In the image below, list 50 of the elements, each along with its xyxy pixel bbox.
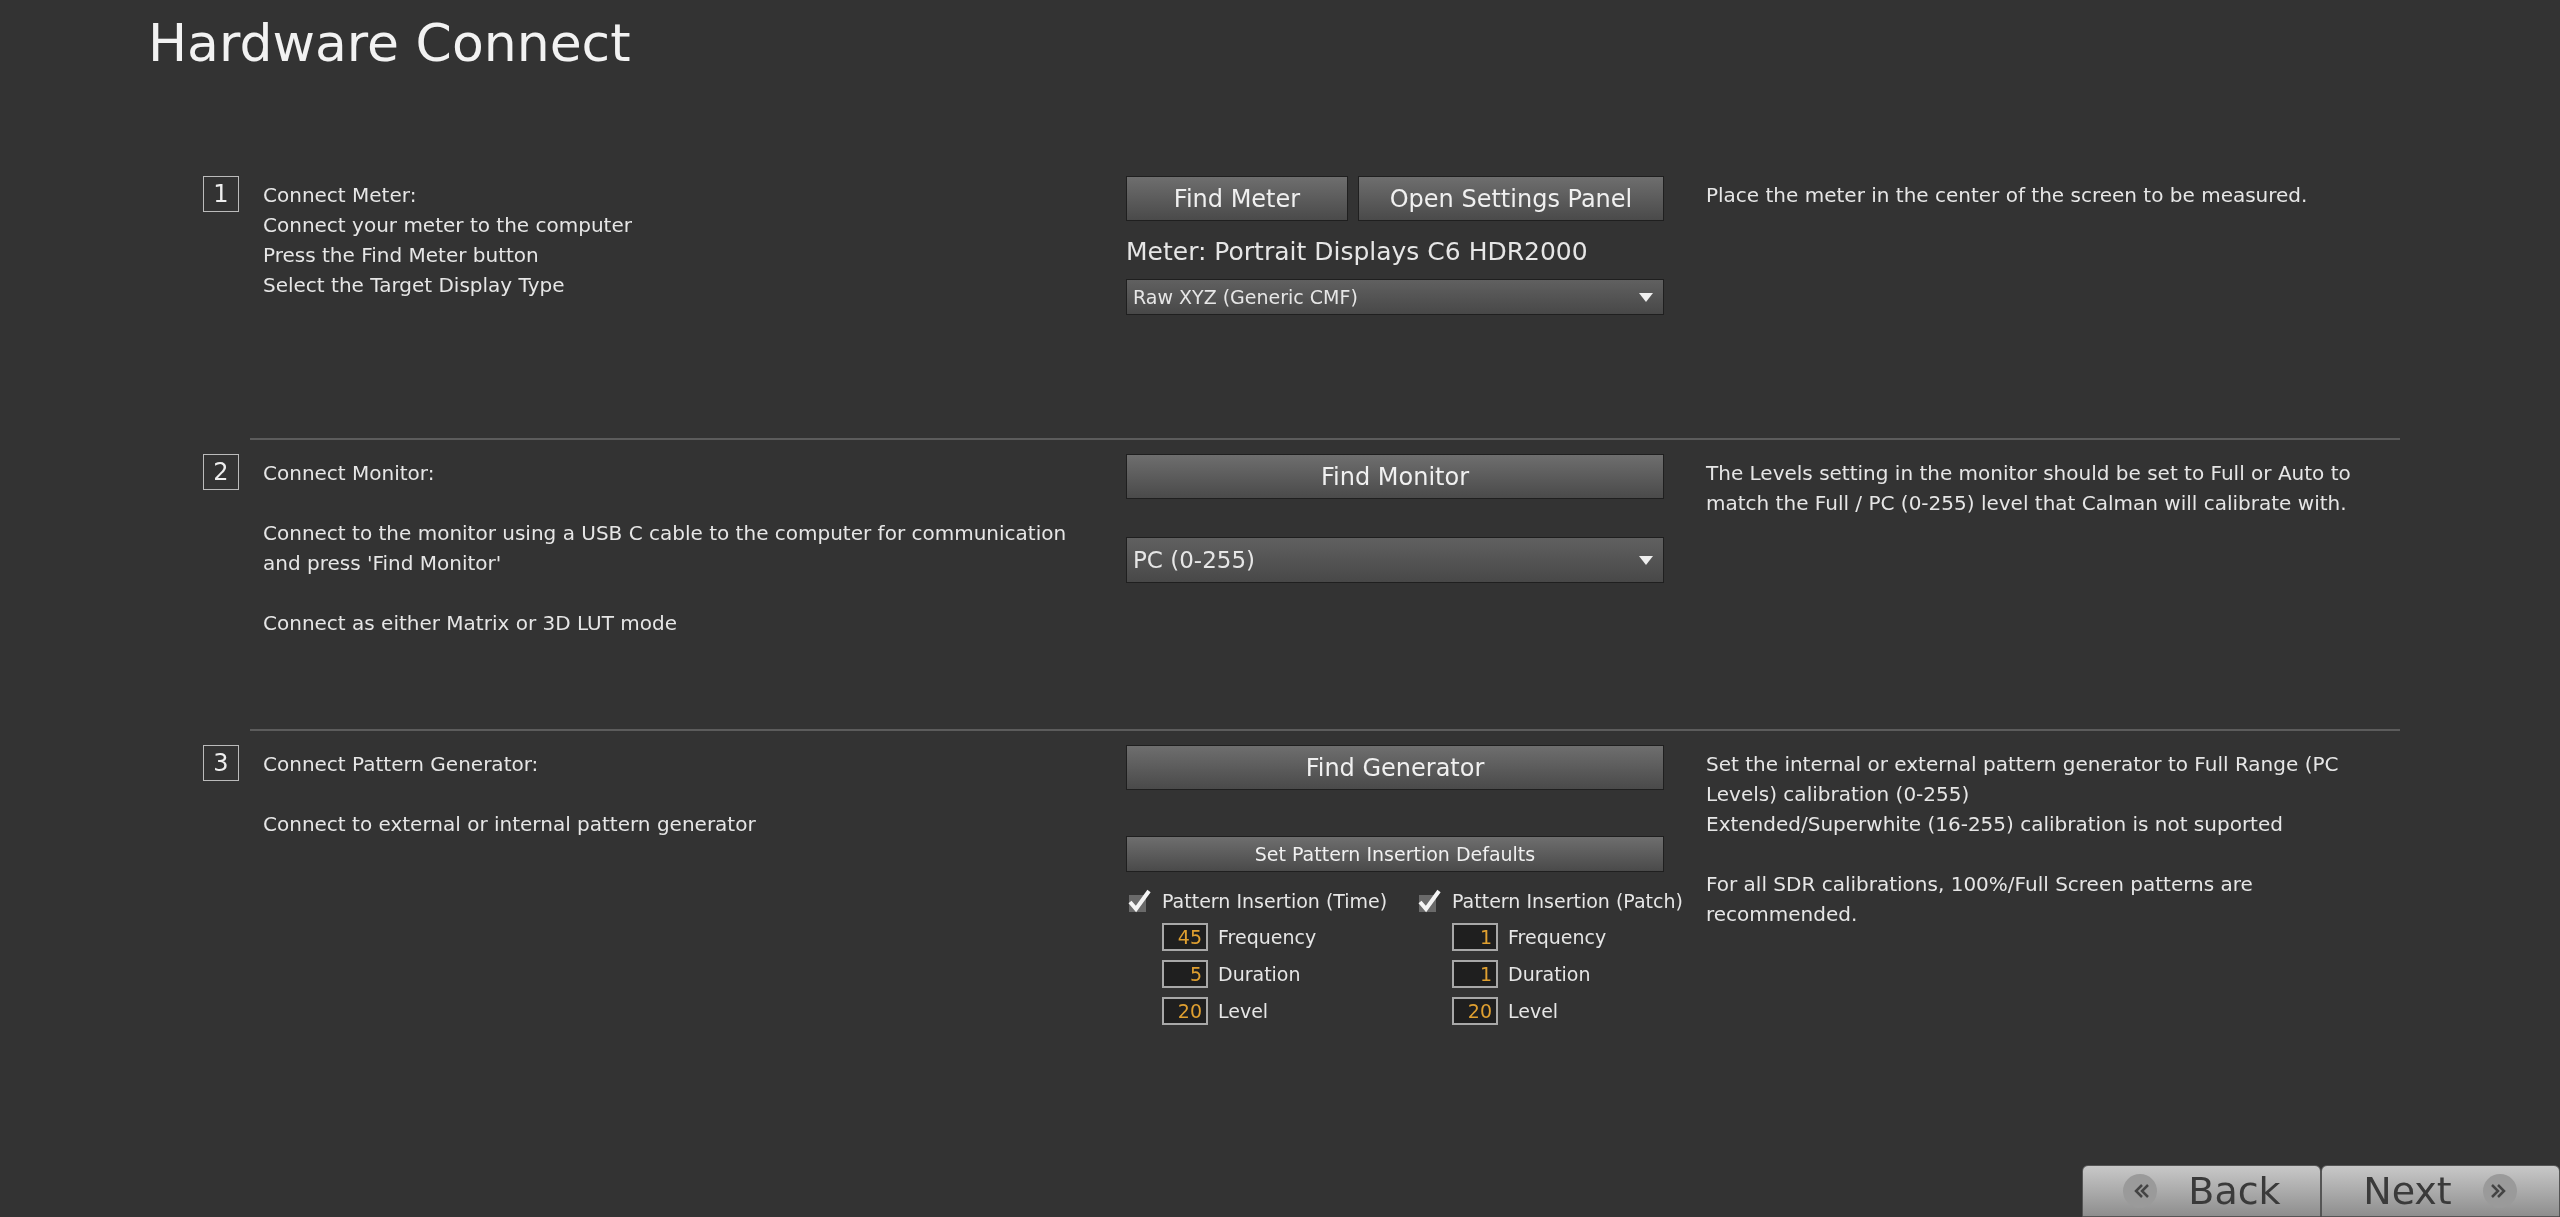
button[interactable]: Find Meter (1126, 176, 1348, 221)
next-button[interactable]: Next (2321, 1165, 2560, 1217)
dropdown[interactable]: PC (0-255) (1126, 537, 1664, 583)
field-label: Frequency (1218, 926, 1317, 948)
checkbox-label: Pattern Insertion (Time) (1162, 890, 1388, 912)
checkbox[interactable] (1416, 888, 1442, 914)
note-text: Set the internal or external pattern generator to Full Range (PC (1706, 751, 2340, 778)
step-number: 2 (203, 454, 239, 490)
instruction-text: Connect to external or internal pattern generator (263, 811, 757, 838)
number-field[interactable]: 20 (1162, 997, 1208, 1025)
instruction-text: and press 'Find Monitor' (263, 550, 503, 577)
button[interactable]: Find Monitor (1126, 454, 1664, 499)
note-text: For all SDR calibrations, 100%/Full Screen patterns are (1706, 871, 2254, 898)
step-number: 3 (203, 745, 239, 781)
field-label: Level (1218, 1000, 1269, 1022)
number-field[interactable]: 1 (1452, 923, 1498, 951)
field-label: Frequency (1508, 926, 1607, 948)
field-label: Level (1508, 1000, 1559, 1022)
instruction-text: Connect your meter to the computer (263, 212, 633, 239)
page-title: Hardware Connect (148, 12, 632, 75)
instruction-text: Select the Target Display Type (263, 272, 566, 299)
instruction-text: Press the Find Meter button (263, 242, 540, 269)
button[interactable]: Set Pattern Insertion Defaults (1126, 836, 1664, 872)
note-text: Levels) calibration (0-255) (1706, 781, 1971, 808)
caret-icon (1639, 292, 1653, 302)
button[interactable]: Open Settings Panel (1358, 176, 1664, 221)
instruction-text: Connect as either Matrix or 3D LUT mode (263, 610, 679, 637)
note-text: match the Full / PC (0-255) level that Calman will calibrate with. (1706, 490, 2348, 517)
field-label: Duration (1508, 963, 1591, 985)
back-button[interactable]: Back (2082, 1165, 2321, 1217)
instruction-text: Connect to the monitor using a USB C cable to the computer for communication (263, 520, 1068, 547)
instruction-text: Connect Monitor: (263, 460, 436, 487)
number-field[interactable]: 20 (1452, 997, 1498, 1025)
note-text: The Levels setting in the monitor should be set to Full or Auto to (1706, 460, 2352, 487)
button[interactable]: Find Generator (1126, 745, 1664, 790)
number-field[interactable]: 1 (1452, 960, 1498, 988)
note-text: recommended. (1706, 901, 1859, 928)
checkbox[interactable] (1126, 888, 1152, 914)
instruction-text: Connect Pattern Generator: (263, 751, 540, 778)
note-text: Place the meter in the center of the screen to be measured. (1706, 182, 2309, 209)
instruction-text: Connect Meter: (263, 182, 418, 209)
checkbox-label: Pattern Insertion (Patch) (1452, 890, 1683, 912)
number-field[interactable]: 5 (1162, 960, 1208, 988)
field-label: Duration (1218, 963, 1301, 985)
dropdown[interactable]: Raw XYZ (Generic CMF) (1126, 279, 1664, 315)
note-text: Extended/Superwhite (16-255) calibration is not suported (1706, 811, 2284, 838)
caret-icon (1639, 555, 1653, 565)
meter-label: Meter: Portrait Displays C6 HDR2000 (1126, 236, 1589, 268)
number-field[interactable]: 45 (1162, 923, 1208, 951)
step-number: 1 (203, 176, 239, 212)
